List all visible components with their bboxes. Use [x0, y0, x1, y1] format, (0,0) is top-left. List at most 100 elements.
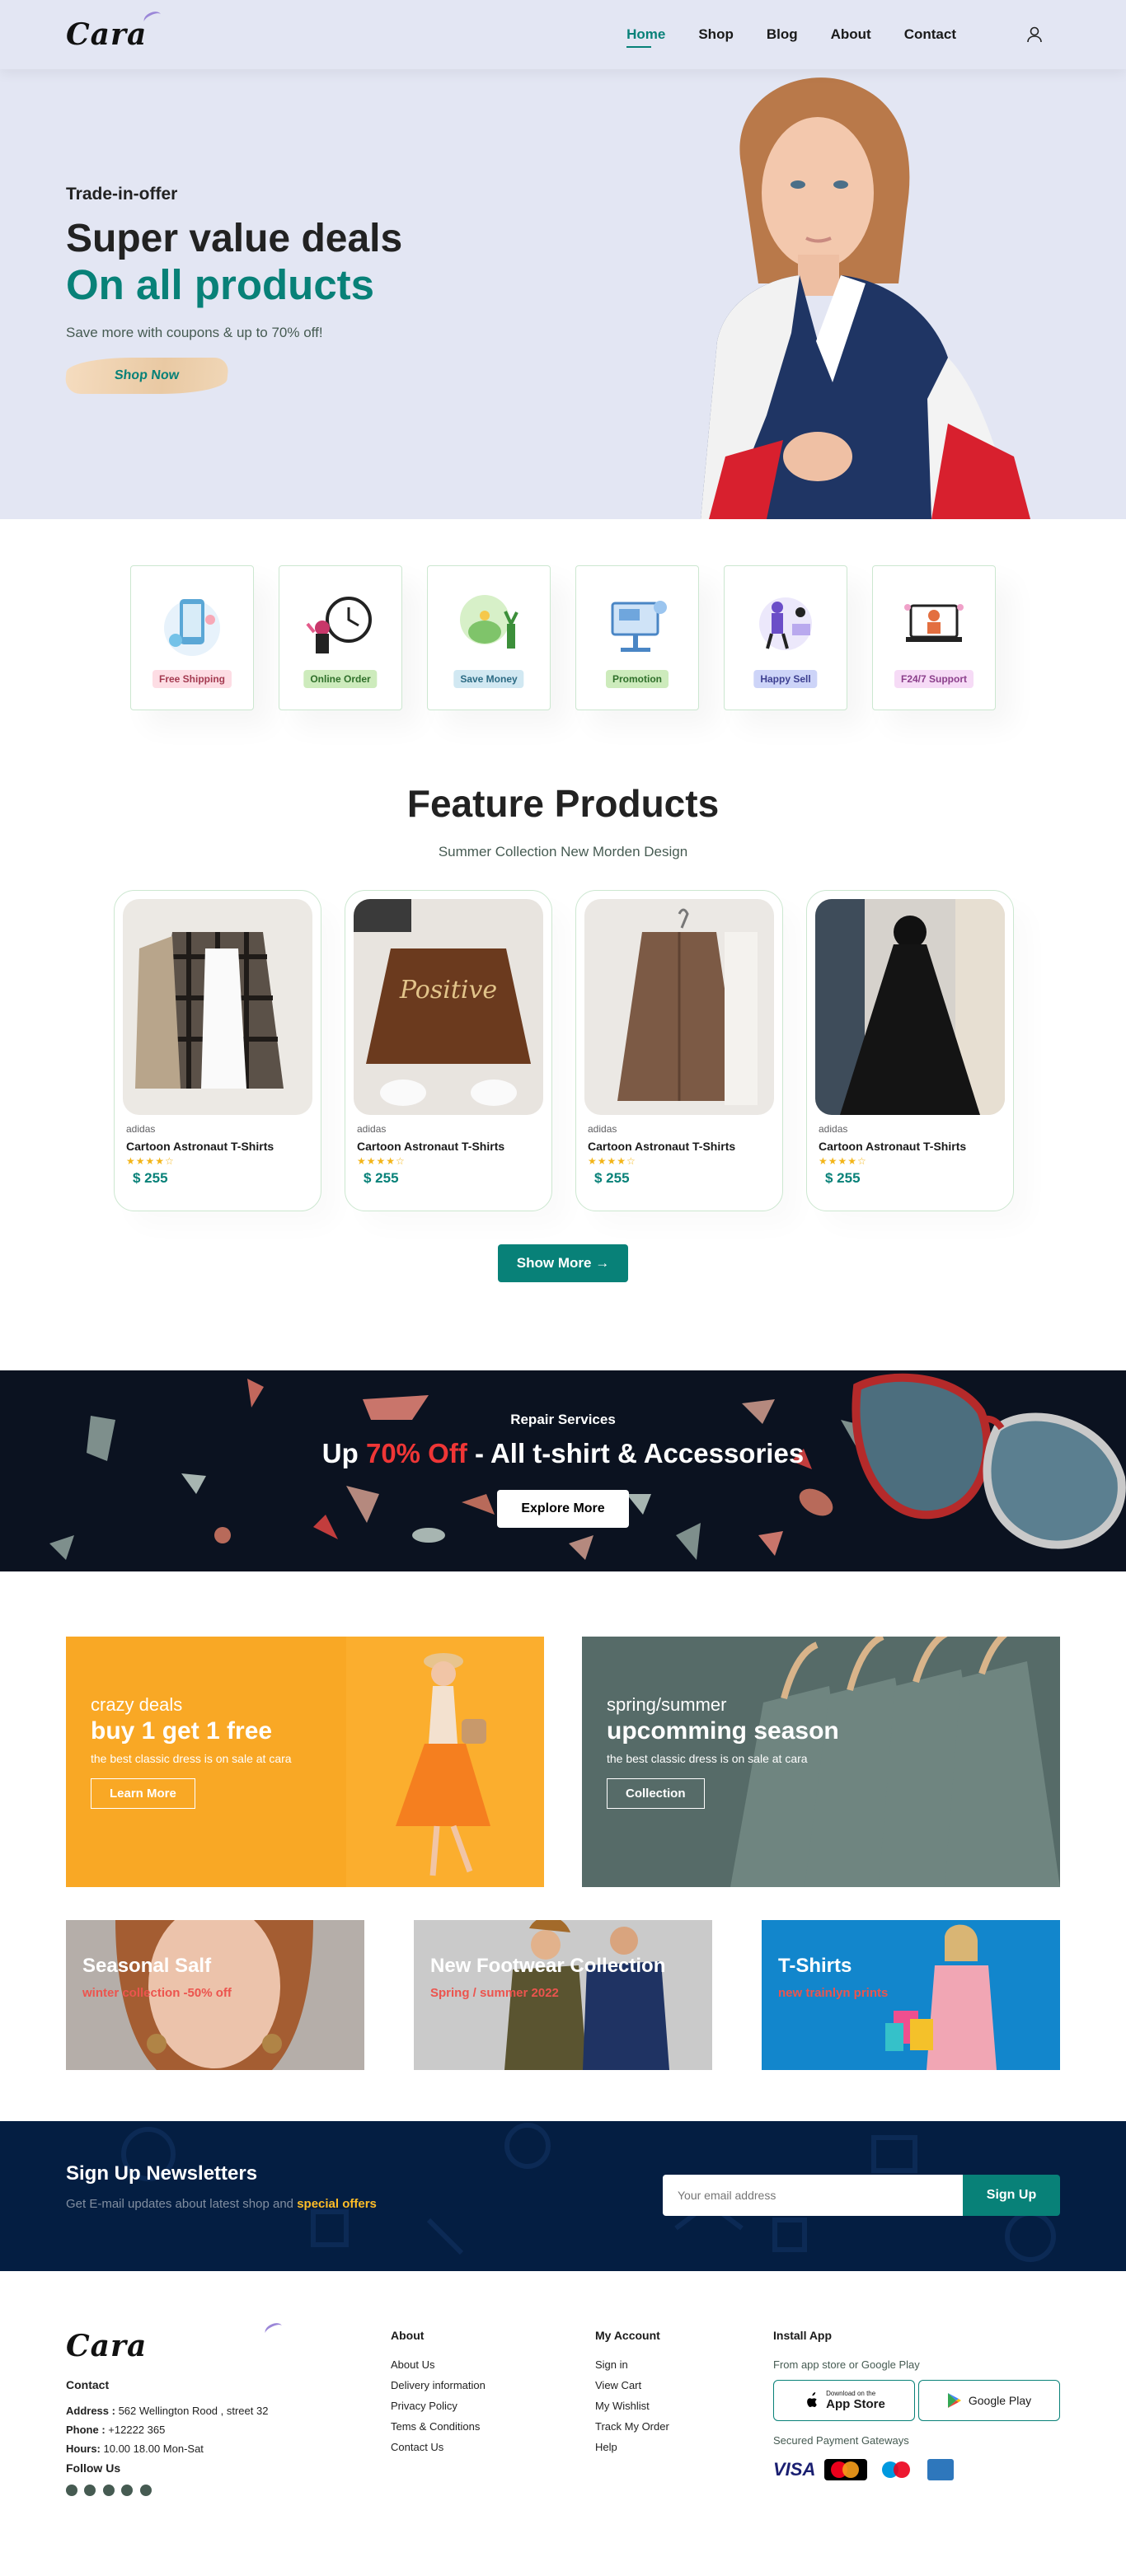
banner-title-pre: Up — [321, 1438, 366, 1468]
shop-now-button[interactable]: Shop Now — [63, 357, 230, 394]
newsletter-text: Get E-mail updates about latest shop and… — [66, 2197, 377, 2211]
footer-link-privacy[interactable]: Privacy Policy — [391, 2400, 486, 2412]
product-name: Cartoon Astronaut T-Shirts — [819, 1140, 967, 1153]
product-price: $ 255 — [133, 1170, 168, 1186]
install-app-title: Install App — [773, 2329, 833, 2342]
payment-methods: VISA — [773, 2459, 959, 2480]
product-card[interactable]: adidas Cartoon Astronaut T-Shirts ★★★★☆ … — [806, 890, 1014, 1211]
youtube-icon[interactable] — [139, 2485, 152, 2496]
logo[interactable]: Cara — [66, 9, 164, 52]
banner-title: T-Shirts — [778, 1955, 852, 1977]
star-rating-icon: ★★★★☆ — [588, 1155, 636, 1167]
online-order-icon — [306, 597, 372, 653]
address-label: Address : — [66, 2405, 115, 2417]
repair-banner: Repair Services Up 70% Off - All t-shirt… — [0, 1370, 1126, 1571]
footer-link-about-us[interactable]: About Us — [391, 2358, 486, 2371]
product-name: Cartoon Astronaut T-Shirts — [588, 1140, 736, 1153]
product-price: $ 255 — [364, 1170, 399, 1186]
banner-title: upcomming season — [607, 1717, 839, 1745]
hero-title: Super value deals — [66, 217, 403, 260]
product-card[interactable]: Positive adidas Cartoon Astronaut T-Shir… — [345, 890, 552, 1211]
footer-account-title: My Account — [595, 2329, 660, 2342]
feature-card-free-shipping: Free Shipping — [130, 565, 254, 710]
newsletter-email-input[interactable] — [663, 2175, 963, 2216]
nav-home[interactable]: Home — [626, 26, 665, 48]
google-play-icon — [947, 2393, 961, 2408]
amex-icon — [927, 2459, 954, 2480]
banner-tshirts: T-Shirts new trainlyn prints — [762, 1920, 1060, 2070]
footer-link-delivery[interactable]: Delivery information — [391, 2379, 486, 2391]
footer-link-wishlist[interactable]: My Wishlist — [595, 2400, 669, 2412]
app-store-button[interactable]: Download on the App Store — [773, 2380, 915, 2421]
address-line: Address : 562 Wellington Rood , street 3… — [66, 2405, 268, 2417]
footer-link-help[interactable]: Help — [595, 2441, 669, 2453]
newsletter-title: Sign Up Newsletters — [66, 2162, 258, 2185]
app-store-label: Download on the App Store — [826, 2390, 885, 2411]
app-store-small: Download on the — [826, 2390, 876, 2397]
banner-crazy-deals: crazy deals buy 1 get 1 free the best cl… — [66, 1637, 544, 1887]
newsletter-text-main: Get E-mail updates about latest shop and — [66, 2197, 298, 2211]
collection-button[interactable]: Collection — [607, 1778, 705, 1809]
nav-about[interactable]: About — [831, 26, 871, 43]
twitter-icon[interactable] — [84, 2485, 96, 2496]
site-header: Cara Home Shop Blog About Contact — [0, 0, 1126, 69]
instagram-icon[interactable] — [102, 2485, 115, 2496]
apple-icon — [807, 2392, 817, 2407]
mastercard-icon — [823, 2459, 867, 2480]
footer-logo[interactable]: Cara — [66, 2321, 285, 2363]
nav-blog[interactable]: Blog — [767, 26, 798, 43]
footer-about-title: About — [391, 2329, 425, 2342]
banner-title: New Footwear Collection — [430, 1955, 666, 1977]
feature-card-support: F24/7 Support — [872, 565, 996, 710]
banner-desc: the best classic dress is on sale at car… — [91, 1752, 292, 1765]
product-card[interactable]: adidas Cartoon Astronaut T-Shirts ★★★★☆ … — [114, 890, 321, 1211]
product-brand: adidas — [357, 1123, 387, 1135]
feature-tag: F24/7 Support — [894, 670, 974, 688]
footer-link-terms[interactable]: Tems & Conditions — [391, 2420, 486, 2433]
hero-section: Trade-in-offer Super value deals On all … — [0, 69, 1126, 519]
save-money-icon — [460, 595, 518, 649]
footer-link-contact[interactable]: Contact Us — [391, 2441, 486, 2453]
footer-link-track-order[interactable]: Track My Order — [595, 2420, 669, 2433]
pinterest-icon[interactable] — [121, 2485, 134, 2496]
promotion-icon — [611, 601, 667, 652]
nav-shop[interactable]: Shop — [698, 26, 734, 43]
footer-about-col: About About Us Delivery information Priv… — [391, 2329, 486, 2461]
learn-more-button[interactable]: Learn More — [91, 1778, 195, 1809]
brown-jacket-image — [584, 899, 774, 1115]
nav-contact[interactable]: Contact — [904, 26, 956, 43]
hero-kicker: Trade-in-offer — [66, 185, 178, 204]
logo-text: Cara — [66, 17, 148, 52]
explore-more-button[interactable]: Explore More — [497, 1490, 629, 1528]
feature-tag: Promotion — [606, 670, 669, 688]
banner-title: Up 70% Off - All t-shirt & Accessories — [0, 1438, 1126, 1469]
banner-title-accent: 70% Off — [365, 1438, 467, 1468]
hero-model-image — [701, 77, 1030, 519]
star-rating-icon: ★★★★☆ — [126, 1155, 175, 1167]
feature-card-save-money: Save Money — [427, 565, 551, 710]
user-icon[interactable] — [1025, 26, 1044, 44]
contact-title: Contact — [66, 2378, 110, 2391]
banner-kicker: spring/summer — [607, 1694, 727, 1715]
newsletter-section: Sign Up Newsletters Get E-mail updates a… — [0, 2121, 1126, 2271]
positive-sweatshirt-image: Positive — [354, 899, 543, 1115]
happy-sell-icon — [759, 597, 812, 650]
product-card[interactable]: adidas Cartoon Astronaut T-Shirts ★★★★☆ … — [575, 890, 783, 1211]
product-brand: adidas — [588, 1123, 617, 1135]
show-more-button[interactable]: Show More → — [498, 1244, 628, 1282]
hero-title-accent: On all products — [66, 261, 375, 309]
sign-up-button[interactable]: Sign Up — [963, 2175, 1060, 2216]
sweatshirt-print: Positive — [399, 976, 497, 1005]
app-store-text: App Store — [826, 2397, 885, 2411]
banner-title: Seasonal Salf — [82, 1955, 212, 1977]
phone-label: Phone : — [66, 2424, 106, 2436]
address-value: 562 Wellington Rood , street 32 — [115, 2405, 269, 2417]
sunglasses-image — [852, 1373, 1126, 1549]
follow-us-title: Follow Us — [66, 2461, 121, 2475]
google-play-button[interactable]: Google Play — [918, 2380, 1060, 2421]
black-abaya-image — [815, 899, 1005, 1115]
footer-link-sign-in[interactable]: Sign in — [595, 2358, 669, 2371]
facebook-icon[interactable] — [66, 2485, 77, 2496]
footer-link-view-cart[interactable]: View Cart — [595, 2379, 669, 2391]
feature-card-happy-sell: Happy Sell — [724, 565, 847, 710]
